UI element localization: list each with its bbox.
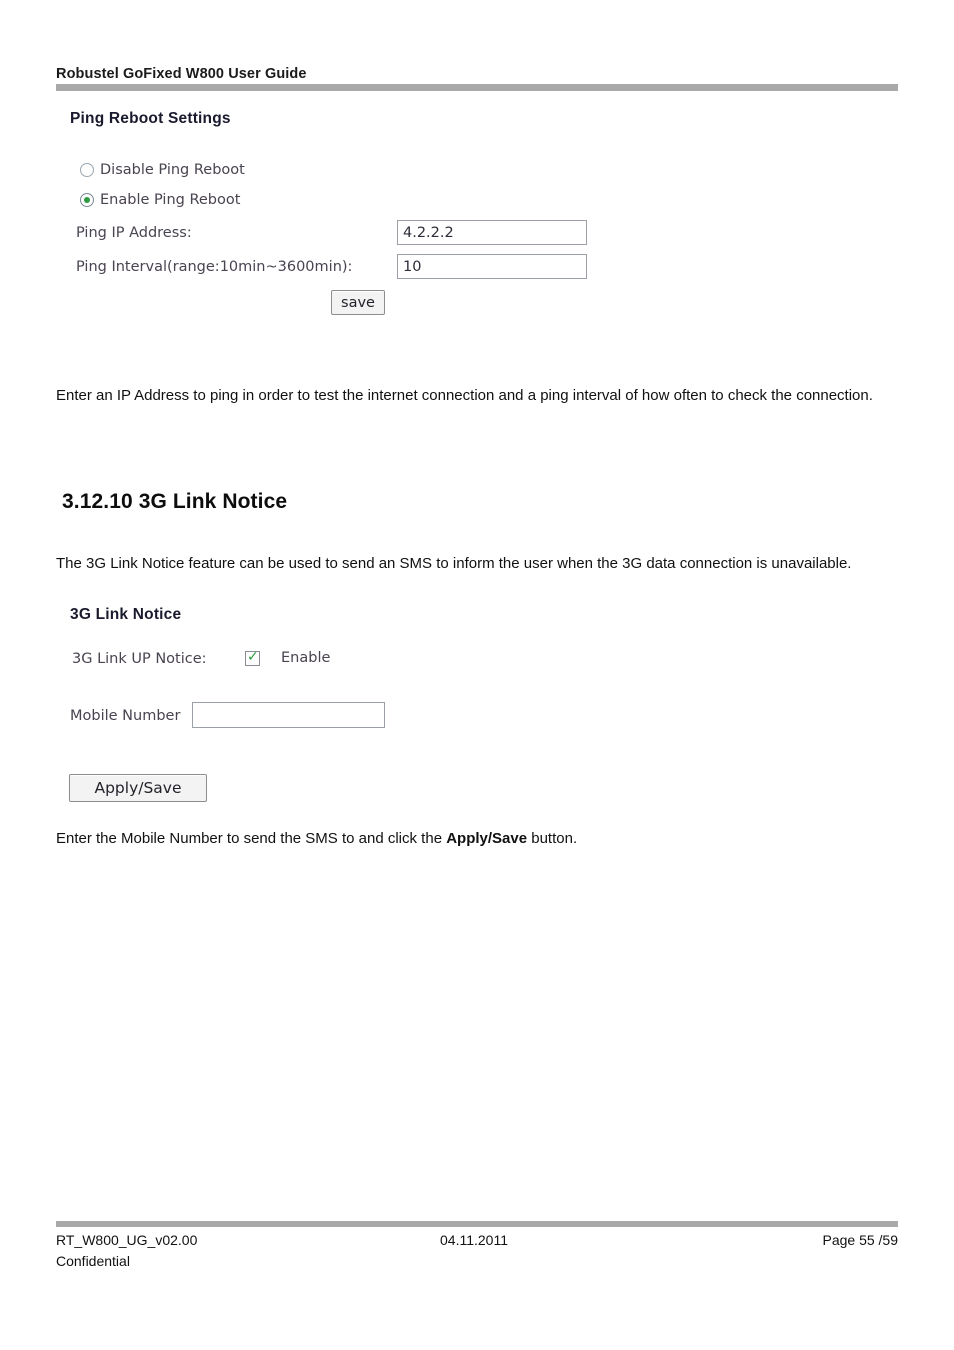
paragraph-3g-link-notice-description: The 3G Link Notice feature can be used t… [56,555,852,572]
enable-checkbox-label: Enable [281,650,331,666]
header-divider [56,84,898,91]
checkmark-icon: ✓ [247,648,259,665]
footer-divider [56,1221,898,1227]
apply-save-button[interactable]: Apply/Save [69,774,207,802]
paragraph-3-text-after: button. [527,830,578,847]
radio-option-enable-ping-reboot[interactable]: Enable Ping Reboot [80,192,240,208]
document-page: Robustel GoFixed W800 User Guide Ping Re… [0,0,954,1350]
footer-page-number: Page 55 /59 [822,1232,898,1248]
paragraph-apply-save-instructions: Enter the Mobile Number to send the SMS … [56,826,898,852]
paragraph-ping-instructions: Enter an IP Address to ping in order to … [56,387,873,404]
radio-disable-ping-reboot-label: Disable Ping Reboot [100,162,245,178]
footer-date: 04.11.2011 [440,1232,508,1248]
radio-enable-ping-reboot-label: Enable Ping Reboot [100,192,241,208]
ping-ip-address-label: Ping IP Address: [76,225,192,241]
footer-classification: Confidential [56,1253,130,1269]
radio-disable-ping-reboot-icon[interactable] [80,163,94,177]
3g-link-notice-screenshot: 3G Link Notice 3G Link UP Notice: ✓ Enab… [56,598,476,813]
ping-reboot-save-button[interactable]: save [331,290,385,315]
document-running-header: Robustel GoFixed W800 User Guide [56,66,307,82]
3g-link-up-notice-label: 3G Link UP Notice: [72,651,207,667]
3g-link-up-notice-enable-control[interactable]: ✓ Enable [245,648,331,666]
footer-document-id: RT_W800_UG_v02.00 [56,1232,198,1248]
paragraph-3-text-before: Enter the Mobile Number to send the SMS … [56,830,447,847]
ping-ip-address-input[interactable]: 4.2.2.2 [397,220,587,245]
mobile-number-label: Mobile Number [70,708,181,724]
ping-reboot-settings-screenshot: Ping Reboot Settings Disable Ping Reboot… [56,100,656,330]
enable-checkbox-icon[interactable]: ✓ [245,648,260,666]
paragraph-3-bold-term: Apply/Save [446,830,528,847]
3g-link-notice-panel-title: 3G Link Notice [70,606,182,623]
ping-interval-input[interactable]: 10 [397,254,587,279]
mobile-number-input[interactable] [192,702,385,728]
ping-interval-label: Ping Interval(range:10min~3600min): [76,259,353,275]
radio-option-disable-ping-reboot[interactable]: Disable Ping Reboot [80,162,245,178]
section-heading-3g-link-notice: 3.12.10 3G Link Notice [62,490,288,513]
ping-reboot-panel-title: Ping Reboot Settings [70,110,231,127]
radio-enable-ping-reboot-icon[interactable] [80,193,94,207]
